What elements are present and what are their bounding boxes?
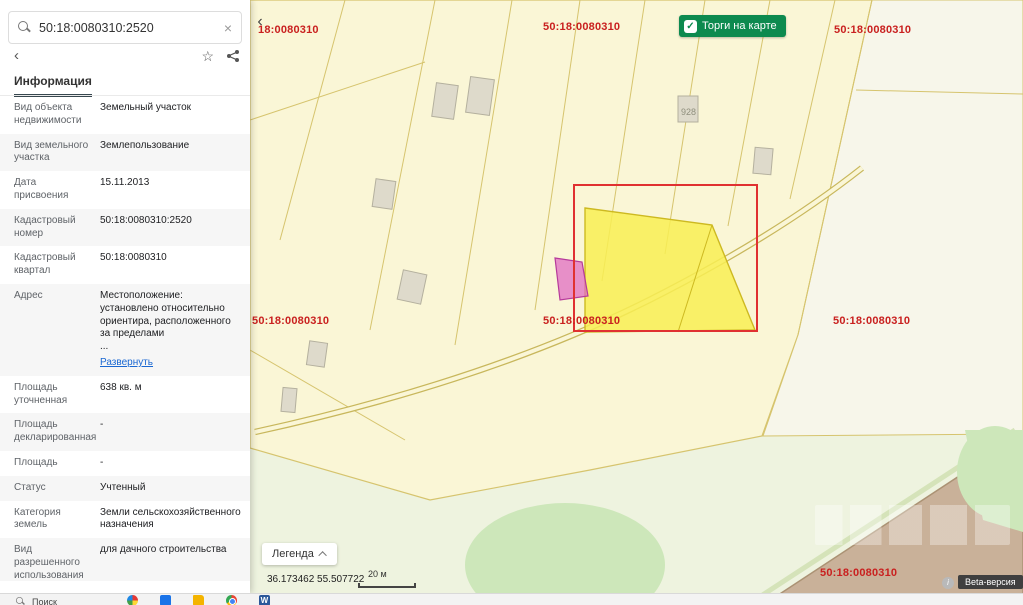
- attribute-list: Вид объекта недвижимости Земельный участ…: [0, 96, 250, 581]
- row-land-category: Категория земель Земли сельскохозяйствен…: [0, 501, 250, 539]
- row-permitted-use: Вид разрешенного использования для дачно…: [0, 538, 250, 581]
- tab-information[interactable]: Информация: [14, 74, 92, 97]
- row-area-refined: Площадь уточненная 638 кв. м: [0, 376, 250, 414]
- expand-link[interactable]: Развернуть: [100, 357, 153, 370]
- row-object-type: Вид объекта недвижимости Земельный участ…: [0, 96, 250, 134]
- row-address: Адрес Местоположение: установлено относи…: [0, 284, 250, 376]
- selection-rectangle: [573, 184, 758, 332]
- address-text: Местоположение: установлено относительно…: [100, 290, 231, 339]
- info-panel: × ‹ ☆ Информация Вид объекта недвижимост…: [0, 0, 250, 593]
- taskbar-icons: W: [127, 595, 270, 605]
- check-icon: ✓: [684, 20, 697, 33]
- quarter-label-top-center: 50:18:0080310: [543, 21, 620, 33]
- row-area-declared: Площадь декларированная -: [0, 413, 250, 451]
- legend-button[interactable]: Легенда: [262, 543, 337, 565]
- search-icon: [16, 597, 25, 605]
- panel-toolbar: ‹ ☆: [0, 47, 250, 71]
- search-input[interactable]: [39, 21, 216, 35]
- info-icon[interactable]: i: [942, 577, 954, 589]
- app-window: 18:0080310 50:18:0080310 50:18:0080310 5…: [0, 0, 1023, 605]
- panel-collapse-icon[interactable]: ‹: [252, 12, 268, 32]
- folder-icon[interactable]: [193, 595, 204, 605]
- row-area: Площадь -: [0, 451, 250, 476]
- row-cadastral-quarter: Кадастровый квартал 50:18:0080310: [0, 246, 250, 284]
- close-icon[interactable]: ×: [224, 20, 232, 36]
- row-assign-date: Дата присвоения 15.11.2013: [0, 171, 250, 209]
- search-icon: [18, 21, 31, 34]
- quarter-label-mid-center: 50:18:0080310: [543, 315, 620, 327]
- os-taskbar: Поиск W: [0, 593, 1023, 605]
- building-number-label: 928: [681, 107, 696, 117]
- watermark: [815, 505, 1010, 545]
- search-box[interactable]: ×: [8, 11, 242, 44]
- row-status: Статус Учтенный: [0, 476, 250, 501]
- cursor-coordinates: 36.173462 55.507722: [267, 574, 364, 585]
- torgi-button-label: Торги на карте: [702, 20, 777, 32]
- row-cadastral-number: Кадастровый номер 50:18:0080310:2520: [0, 209, 250, 247]
- word-icon[interactable]: W: [259, 595, 270, 605]
- quarter-label-mid-left: 50:18:0080310: [252, 315, 329, 327]
- loupe-app-icon[interactable]: [127, 595, 138, 605]
- chrome-icon[interactable]: [226, 595, 237, 605]
- quarter-label-bottom-right: 50:18:0080310: [820, 567, 897, 579]
- quarter-label-mid-right: 50:18:0080310: [833, 315, 910, 327]
- back-icon[interactable]: ‹: [14, 47, 19, 64]
- blue-app-icon[interactable]: [160, 595, 171, 605]
- share-icon[interactable]: [226, 49, 240, 68]
- torgi-map-button[interactable]: ✓ Торги на карте: [679, 15, 786, 37]
- chevron-up-icon: [318, 551, 326, 559]
- scale-bar: [358, 583, 416, 588]
- address-ellipsis: ...: [100, 341, 242, 354]
- beta-version-badge: Beta-версия: [958, 575, 1023, 589]
- scale-label: 20 м: [368, 569, 387, 579]
- star-icon[interactable]: ☆: [201, 48, 214, 65]
- legend-button-label: Легенда: [272, 548, 314, 560]
- taskbar-search-label: Поиск: [32, 597, 57, 605]
- taskbar-search[interactable]: Поиск: [14, 595, 57, 605]
- quarter-label-top-right: 50:18:0080310: [834, 24, 911, 36]
- row-parcel-type: Вид земельного участка Землепользование: [0, 134, 250, 172]
